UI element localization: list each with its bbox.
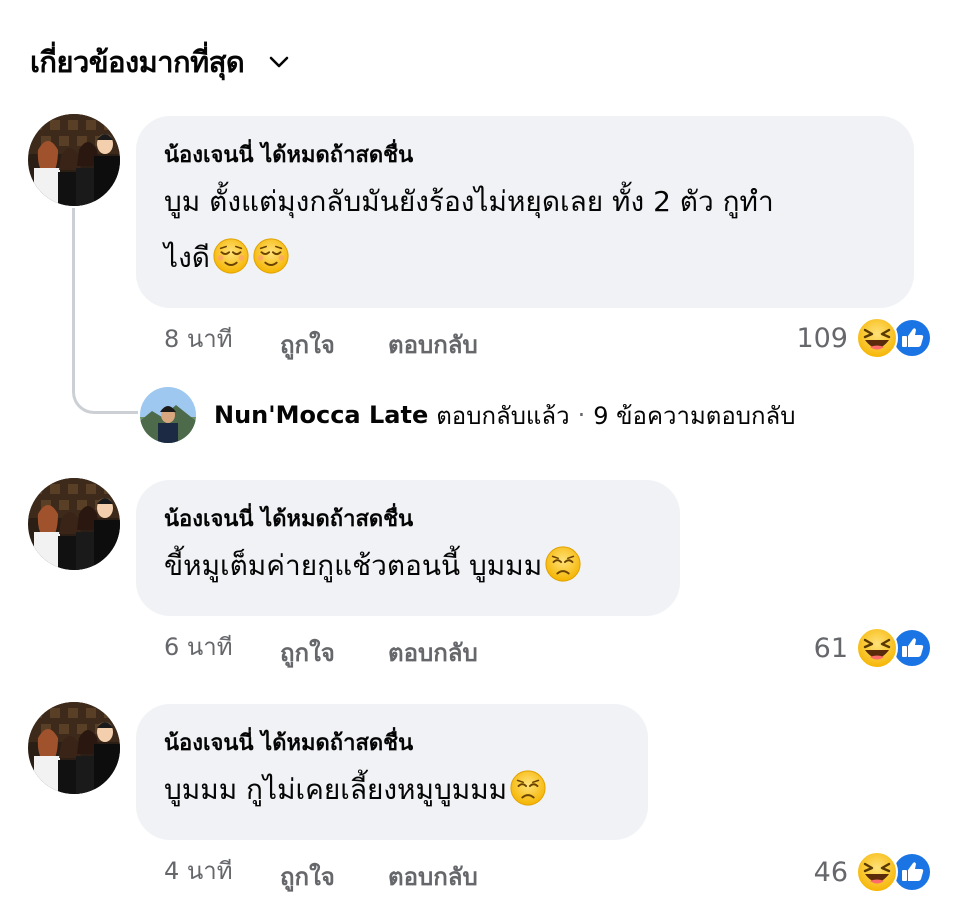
avatar[interactable] — [28, 478, 120, 570]
like-button[interactable]: ถูกใจ — [280, 328, 335, 362]
reaction-summary[interactable]: 61 — [814, 626, 932, 670]
reply-author: Nun'Mocca Late — [214, 401, 429, 429]
reaction-count: 109 — [796, 322, 848, 354]
reply-button[interactable]: ตอบกลับ — [388, 636, 478, 670]
chevron-down-icon — [268, 51, 290, 73]
comment-timestamp[interactable]: 4 นาที — [164, 854, 233, 888]
like-reaction-icon — [892, 628, 932, 668]
comment-bubble: น้องเจนนี่ ได้หมดถ้าสดชื่น บูมมม กูไม่เค… — [136, 704, 648, 840]
comment-text-line: ขี้หมูเต็มค่ายกูแช้วตอนนี้ บูมมม — [164, 549, 543, 582]
like-reaction-icon — [892, 318, 932, 358]
disappointed-face-icon — [544, 545, 582, 583]
comment-timestamp[interactable]: 6 นาที — [164, 630, 233, 664]
view-replies-link[interactable]: Nun'Mocca Late ตอบกลับแล้ว · 9 ข้อความตอ… — [140, 386, 795, 444]
comment-text: ขี้หมูเต็มค่ายกูแช้วตอนนี้ บูมมม — [164, 538, 650, 594]
haha-reaction-icon — [856, 317, 898, 359]
like-reaction-icon — [892, 852, 932, 892]
sort-selector[interactable]: เกี่ยวข้องมากที่สุด — [30, 40, 290, 84]
avatar — [140, 387, 196, 443]
like-button[interactable]: ถูกใจ — [280, 636, 335, 670]
reaction-summary[interactable]: 46 — [814, 850, 932, 894]
comment-bubble: น้องเจนนี่ ได้หมดถ้าสดชื่น บูม ตั้งแต่มุ… — [136, 116, 914, 308]
comment-author[interactable]: น้องเจนนี่ ได้หมดถ้าสดชื่น — [164, 502, 650, 538]
relieved-face-icon — [212, 237, 250, 275]
comment-text-line: ไงดี — [164, 241, 210, 274]
disappointed-face-icon — [509, 769, 547, 807]
comment-text: บูม ตั้งแต่มุงกลับมันยังร้องไม่หยุดเลย ท… — [164, 174, 884, 286]
like-button[interactable]: ถูกใจ — [280, 860, 335, 894]
comment-author[interactable]: น้องเจนนี่ ได้หมดถ้าสดชื่น — [164, 726, 618, 762]
reply-count: 9 ข้อความตอบกลับ — [593, 401, 796, 430]
separator-dot: · — [577, 401, 586, 429]
sort-label: เกี่ยวข้องมากที่สุด — [30, 45, 245, 79]
relieved-face-icon — [252, 237, 290, 275]
haha-reaction-icon — [856, 851, 898, 893]
comment-text-line: บูม ตั้งแต่มุงกลับมันยังร้องไม่หยุดเลย ท… — [164, 185, 774, 218]
comment-text-line: บูมมม กูไม่เคยเลี้ยงหมูบูมมม — [164, 773, 508, 806]
haha-reaction-icon — [856, 627, 898, 669]
reaction-count: 61 — [813, 632, 848, 664]
reaction-count: 46 — [813, 856, 848, 888]
avatar[interactable] — [28, 702, 120, 794]
comment-timestamp[interactable]: 8 นาที — [164, 322, 233, 356]
thread-connector-line — [72, 208, 138, 414]
comment-author[interactable]: น้องเจนนี่ ได้หมดถ้าสดชื่น — [164, 138, 884, 174]
reply-verb: ตอบกลับแล้ว — [436, 401, 570, 430]
reply-button[interactable]: ตอบกลับ — [388, 860, 478, 894]
reaction-summary[interactable]: 109 — [796, 316, 932, 360]
avatar[interactable] — [28, 114, 120, 206]
reply-button[interactable]: ตอบกลับ — [388, 328, 478, 362]
comment-bubble: น้องเจนนี่ ได้หมดถ้าสดชื่น ขี้หมูเต็มค่า… — [136, 480, 680, 616]
comment-text: บูมมม กูไม่เคยเลี้ยงหมูบูมมม — [164, 762, 618, 818]
